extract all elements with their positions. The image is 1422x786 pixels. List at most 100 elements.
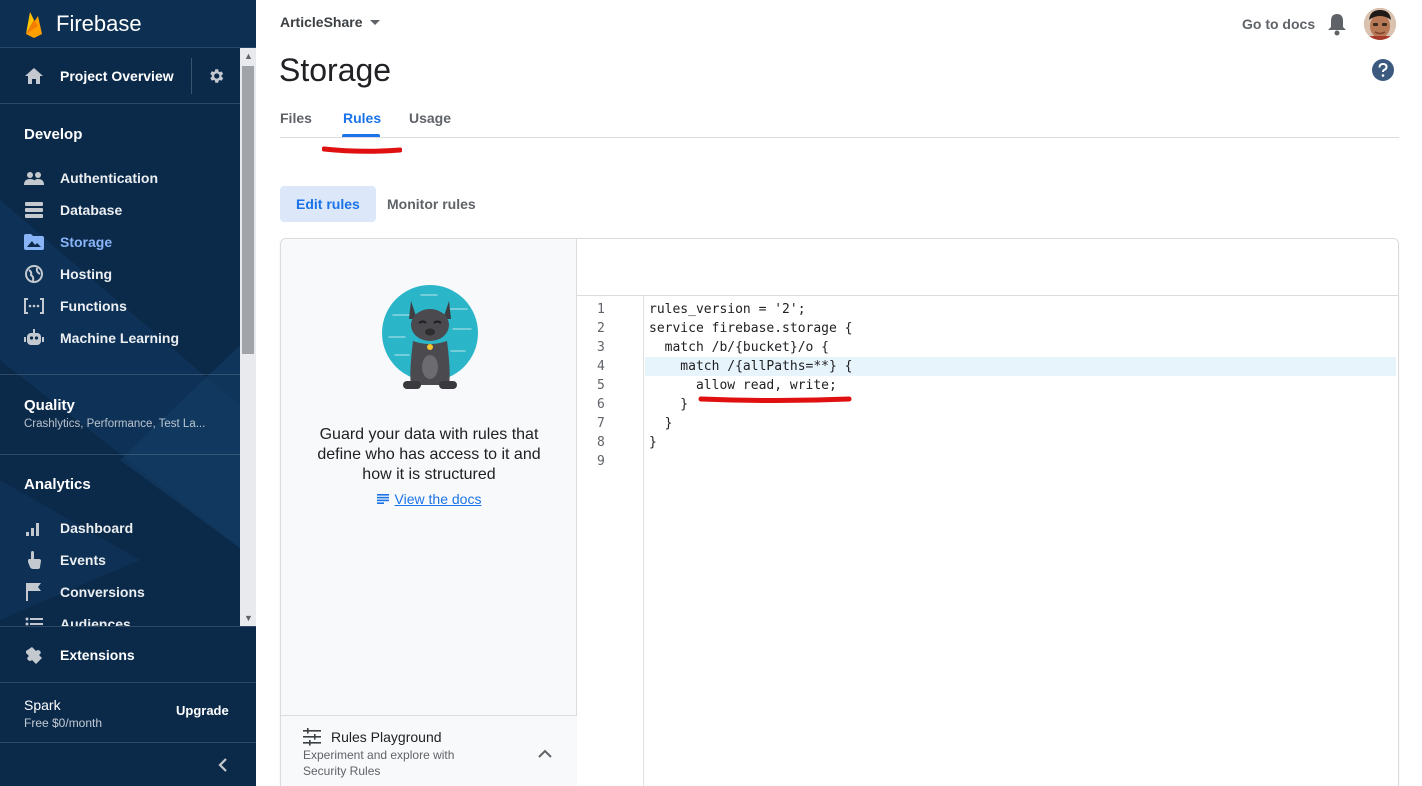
sidebar-item-label: Database xyxy=(60,202,123,218)
sidebar-item-label: Events xyxy=(60,552,106,568)
functions-icon xyxy=(24,296,44,316)
section-quality-subtitle: Crashlytics, Performance, Test La... xyxy=(24,418,206,430)
code-line-7[interactable]: } xyxy=(649,414,1398,433)
scrollbar-thumb[interactable] xyxy=(242,66,254,354)
sidebar-item-label: Hosting xyxy=(60,266,113,282)
divider xyxy=(0,454,240,455)
rules-info-panel: Guard your data with rules that define w… xyxy=(281,239,577,786)
divider xyxy=(191,58,192,94)
scroll-down-arrow-icon[interactable]: ▼ xyxy=(244,614,253,623)
rules-card: Guard your data with rules that define w… xyxy=(280,238,1399,786)
line-number: 5 xyxy=(597,378,605,393)
sidebar-item-label: Storage xyxy=(60,234,113,250)
touch-icon xyxy=(24,550,44,570)
playground-description: Experiment and explore with Security Rul… xyxy=(303,748,455,778)
cat-mascot-illustration xyxy=(382,285,478,389)
sidebar-item-authentication[interactable]: Authentication xyxy=(0,162,240,194)
code-line-5[interactable]: allow read, write; xyxy=(649,376,1398,395)
rules-code-editor[interactable]: 1 2 3 4 5 6 7 8 9 rules_version = '2'; s… xyxy=(577,296,1398,786)
sidebar-item-functions[interactable]: Functions xyxy=(0,290,240,322)
divider xyxy=(0,374,240,375)
line-number: 4 xyxy=(597,359,605,374)
project-overview-label: Project Overview xyxy=(60,68,174,84)
divider xyxy=(0,103,240,104)
playground-title: Rules Playground xyxy=(331,729,442,745)
help-icon[interactable] xyxy=(1372,59,1394,81)
red-annotation-underline xyxy=(322,146,402,154)
sidebar-item-events[interactable]: Events xyxy=(0,544,240,576)
code-line-8[interactable]: } xyxy=(649,433,1398,452)
people-icon xyxy=(24,168,44,188)
tab-active-indicator xyxy=(342,134,380,137)
code-line-4[interactable]: match /{allPaths=**} { xyxy=(645,357,1396,376)
bell-icon[interactable] xyxy=(1326,12,1348,36)
sidebar-item-label: Machine Learning xyxy=(60,330,180,346)
project-selector[interactable]: ArticleShare xyxy=(280,14,381,30)
tune-icon xyxy=(303,728,321,746)
code-line-9[interactable] xyxy=(649,452,1398,471)
sidebar-item-extensions[interactable]: Extensions xyxy=(0,626,256,682)
sidebar-item-hosting[interactable]: Hosting xyxy=(0,258,240,290)
monitor-rules-tab[interactable]: Monitor rules xyxy=(371,186,492,222)
tab-bar: Files Rules Usage xyxy=(280,100,1399,138)
sidebar-item-storage[interactable]: Storage xyxy=(0,226,240,258)
tab-rules[interactable]: Rules xyxy=(343,110,381,126)
flag-icon xyxy=(24,582,44,602)
robot-icon xyxy=(24,328,44,348)
sidebar-item-conversions[interactable]: Conversions xyxy=(0,576,240,608)
database-icon xyxy=(24,200,44,220)
line-number-gutter: 1 2 3 4 5 6 7 8 9 xyxy=(577,296,644,786)
docs-lines-icon xyxy=(376,494,389,504)
line-number: 2 xyxy=(597,321,605,336)
section-analytics-title[interactable]: Analytics xyxy=(24,476,91,493)
tab-files[interactable]: Files xyxy=(280,110,312,126)
firebase-brand[interactable]: Firebase xyxy=(0,0,256,48)
collapse-row xyxy=(0,742,256,786)
view-docs-label: View the docs xyxy=(394,491,482,507)
line-number: 3 xyxy=(597,340,605,355)
brand-name: Firebase xyxy=(56,10,142,36)
line-number: 8 xyxy=(597,435,605,450)
firebase-logo-icon xyxy=(26,11,42,38)
section-develop-title[interactable]: Develop xyxy=(24,126,82,143)
rules-description: Guard your data with rules that define w… xyxy=(317,426,541,483)
extensions-label: Extensions xyxy=(60,646,135,663)
sidebar-item-machine-learning[interactable]: Machine Learning xyxy=(0,322,240,354)
code-line-1[interactable]: rules_version = '2'; xyxy=(649,300,1398,319)
red-annotation-underline xyxy=(698,396,852,403)
home-icon xyxy=(24,66,44,86)
plan-price: Free $0/month xyxy=(24,716,103,730)
go-to-docs-link[interactable]: Go to docs xyxy=(1242,16,1315,32)
tab-usage[interactable]: Usage xyxy=(409,110,451,126)
sidebar-item-database[interactable]: Database xyxy=(0,194,240,226)
code-line-3[interactable]: match /b/{bucket}/o { xyxy=(649,338,1398,357)
avatar[interactable] xyxy=(1364,8,1396,40)
project-name: ArticleShare xyxy=(280,14,363,30)
project-overview-row[interactable]: Project Overview xyxy=(0,48,240,104)
line-number: 7 xyxy=(597,416,605,431)
globe-icon xyxy=(24,264,44,284)
code-line-2[interactable]: service firebase.storage { xyxy=(649,319,1398,338)
sidebar-scrollbar[interactable]: ▲ ▼ xyxy=(240,48,256,626)
sidebar-item-label: Functions xyxy=(60,298,127,314)
rules-playground-panel[interactable]: Rules Playground Experiment and explore … xyxy=(281,715,577,786)
section-quality-title[interactable]: Quality xyxy=(24,397,75,414)
view-docs-link[interactable]: View the docs xyxy=(281,491,577,507)
sidebar-item-label: Authentication xyxy=(60,170,158,186)
line-number: 6 xyxy=(597,397,605,412)
edit-rules-tab[interactable]: Edit rules xyxy=(280,186,376,222)
sidebar-item-label: Dashboard xyxy=(60,520,134,536)
gear-icon[interactable] xyxy=(204,64,228,88)
chevron-left-icon[interactable] xyxy=(214,755,232,775)
editor-toolbar xyxy=(577,239,1398,296)
bar-chart-icon xyxy=(24,518,44,538)
scroll-up-arrow-icon[interactable]: ▲ xyxy=(244,52,253,61)
sidebar-item-dashboard[interactable]: Dashboard xyxy=(0,512,240,544)
sidebar: Firebase Project Overview Develop Authen… xyxy=(0,0,256,786)
chevron-up-icon[interactable] xyxy=(537,746,553,762)
sidebar-item-label: Conversions xyxy=(60,584,145,600)
plan-name: Spark xyxy=(24,697,61,713)
storage-icon xyxy=(24,232,44,252)
upgrade-button[interactable]: Upgrade xyxy=(176,703,229,718)
line-number: 1 xyxy=(597,302,605,317)
